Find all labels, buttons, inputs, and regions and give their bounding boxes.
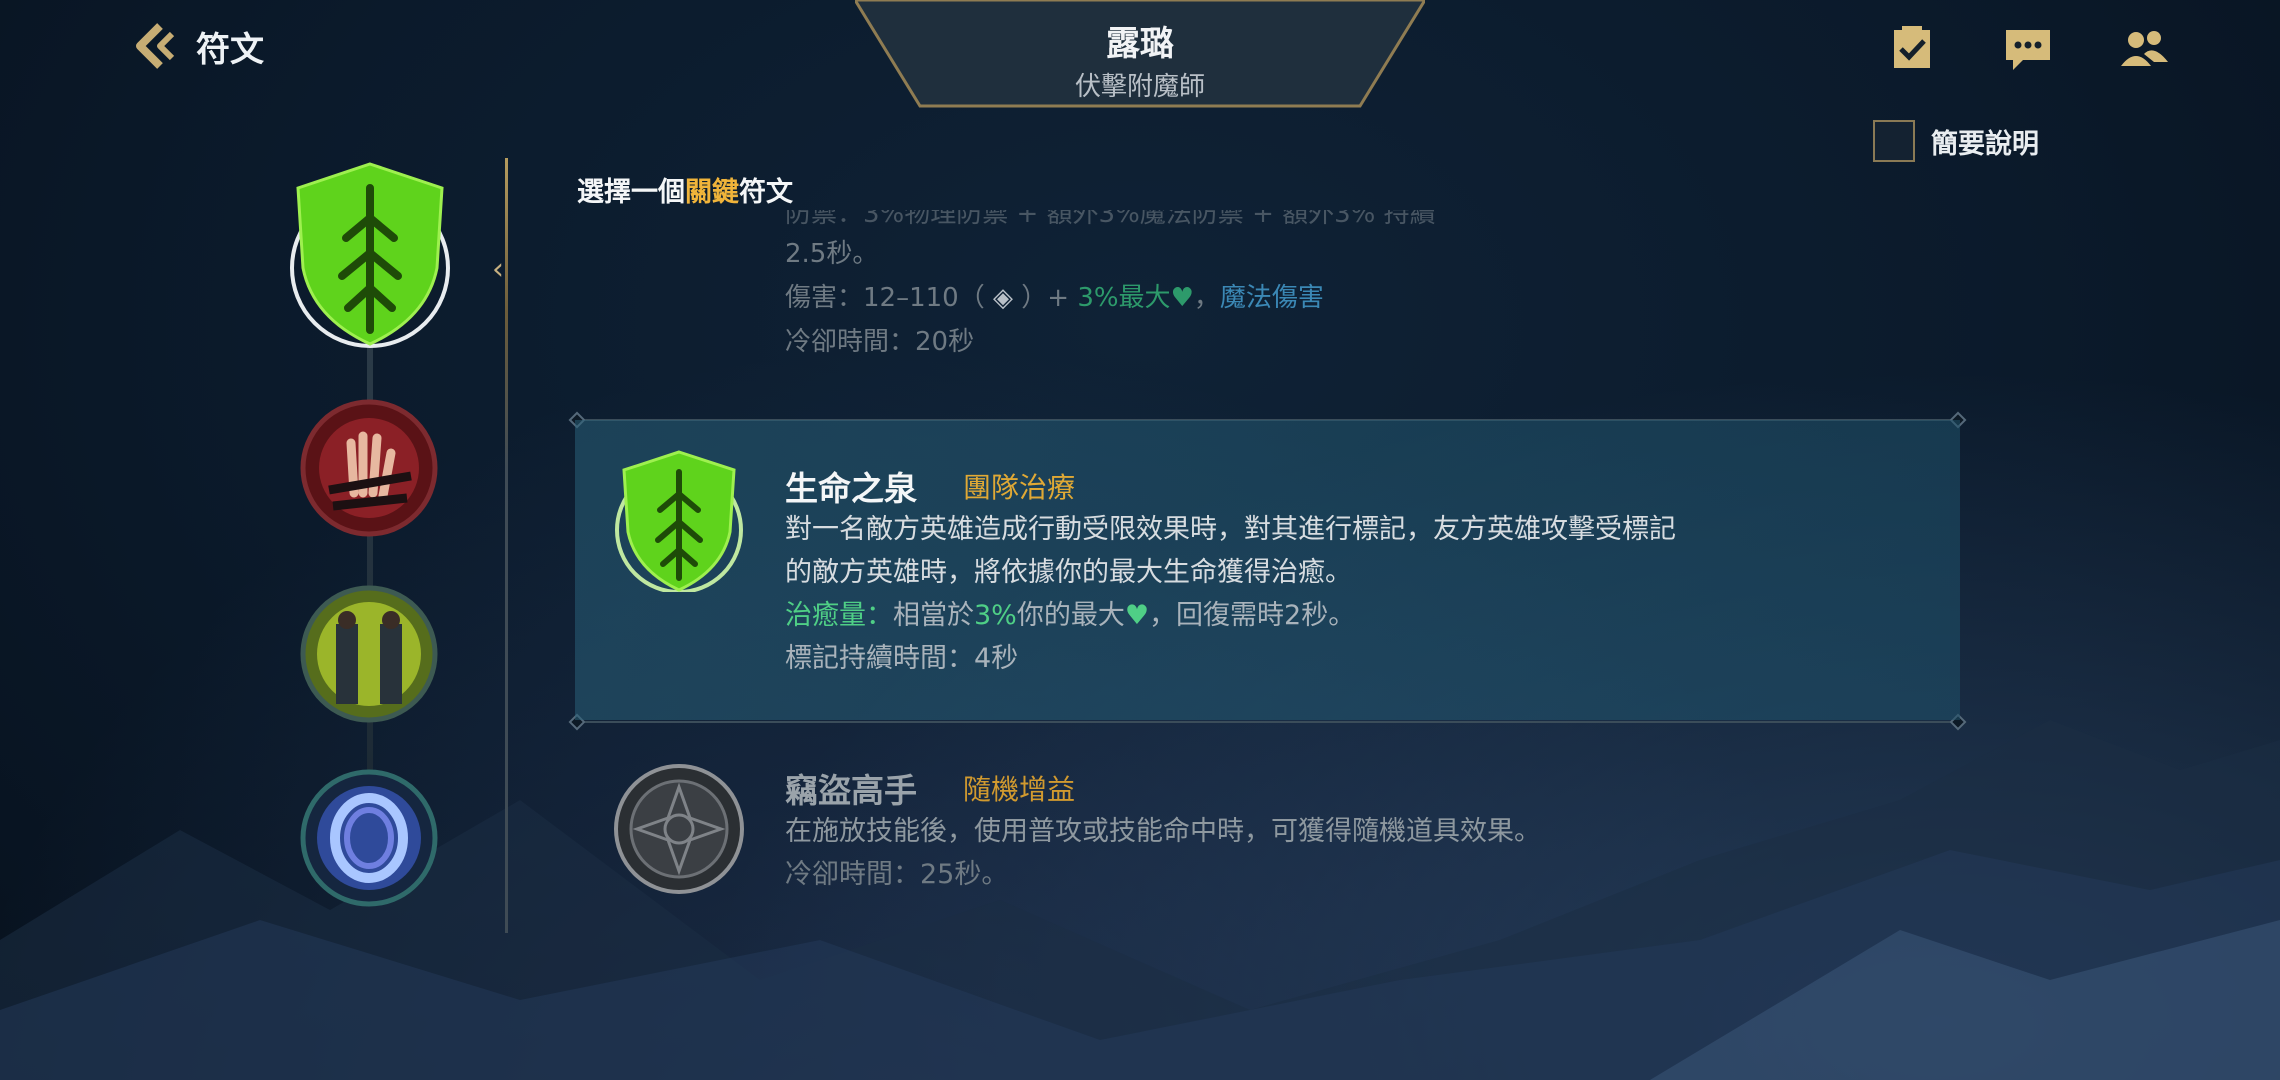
ability-power-icon: ◈	[992, 283, 1013, 313]
health-heart-icon: ♥	[1124, 600, 1150, 631]
rune-tag: 隨機增益	[963, 773, 1076, 806]
row-separator	[575, 721, 1960, 723]
rune-description: 對一名敵方英雄造成行動受限效果時，對其進行標記，友方英雄攻擊受標記 的敵方英雄時…	[785, 508, 1676, 680]
previous-rune-cooldown: 冷卻時間：20秒	[785, 327, 975, 357]
damage-label: 傷害：12–110（	[785, 283, 985, 313]
damage-type: 魔法傷害	[1219, 283, 1324, 313]
previous-rune-line1: 防禦：3%物理防禦 + 額外3%魔法防禦 + 額外3% 持續	[785, 210, 1436, 229]
heal-text3: ，回復需時2秒。	[1149, 600, 1356, 631]
heal-label: 治癒量：	[785, 600, 893, 631]
rune-desc-line2: 的敵方英雄時，將依據你的最大生命獲得治癒。	[785, 557, 1352, 588]
damage-pct: 3%最大	[1077, 283, 1171, 313]
chat-icon[interactable]	[2003, 26, 2051, 74]
friends-icon[interactable]	[2118, 26, 2168, 74]
champion-role: 伏擊附魔師	[1074, 72, 1205, 102]
rune-desc-line1: 在施放技能後，使用普攻或技能命中時，可獲得隨機道具效果。	[785, 816, 1541, 847]
prompt-highlight: 關鍵	[685, 177, 739, 208]
panel-divider	[505, 158, 508, 933]
twin-figures-icon	[300, 585, 438, 723]
rune-slot-green[interactable]	[299, 584, 439, 724]
rune-slot-blue[interactable]	[299, 768, 439, 908]
checklist-icon[interactable]	[1888, 24, 1936, 72]
fountain-of-life-icon	[290, 162, 450, 348]
rune-column-connector	[367, 290, 373, 850]
rune-cooldown: 冷卻時間：25秒。	[785, 859, 1009, 890]
prompt-suffix: 符文	[739, 177, 793, 208]
grasp-hand-icon	[300, 399, 438, 537]
heal-text1: 相當於	[893, 600, 974, 631]
mark-duration: 標記持續時間：4秒	[785, 643, 1019, 674]
fountain-of-life-list-icon	[612, 448, 746, 596]
brief-checkbox[interactable]	[1873, 120, 1915, 162]
previous-rune-line2: 2.5秒。	[785, 239, 879, 269]
previous-rune-description: 防禦：3%物理防禦 + 額外3%魔法防禦 + 額外3% 持續 2.5秒。 傷害：…	[785, 210, 2225, 364]
brief-label: 簡要說明	[1931, 128, 2039, 160]
rune-slot-red[interactable]	[299, 398, 439, 538]
rune-slot-fountain-of-life[interactable]	[282, 158, 457, 348]
rune-heal-line: 治癒量：相當於3%你的最大♥，回復需時2秒。	[785, 594, 1676, 637]
select-keystone-prompt: 選擇一個關鍵符文	[577, 170, 793, 209]
rune-description: 在施放技能後，使用普攻或技能命中時，可獲得隨機道具效果。 冷卻時間：25秒。	[785, 810, 1541, 896]
health-heart-icon: ♥	[1170, 283, 1194, 313]
prompt-prefix: 選擇一個	[577, 177, 685, 208]
rune-name: 生命之泉	[785, 469, 917, 508]
rune-tag: 團隊治療	[963, 471, 1076, 504]
damage-mid: ）+	[1021, 283, 1070, 313]
rune-desc-line1: 對一名敵方英雄造成行動受限效果時，對其進行標記，友方英雄攻擊受標記	[785, 514, 1676, 545]
rune-name: 竊盜高手	[785, 771, 917, 810]
collapse-arrow-icon[interactable]: ‹	[492, 252, 504, 287]
champion-name: 露璐	[1106, 24, 1174, 64]
previous-rune-damage: 傷害：12–110（ ◈ ）+ 3%最大♥，魔法傷害	[785, 276, 2225, 320]
heal-pct: 3%	[974, 600, 1017, 631]
brief-description-toggle[interactable]: 簡要說明	[1873, 120, 2039, 162]
ring-icon	[300, 769, 438, 907]
kleptomancy-icon	[612, 762, 746, 900]
damage-comma: ，	[1193, 283, 1220, 313]
heal-text2: 你的最大	[1016, 600, 1125, 631]
